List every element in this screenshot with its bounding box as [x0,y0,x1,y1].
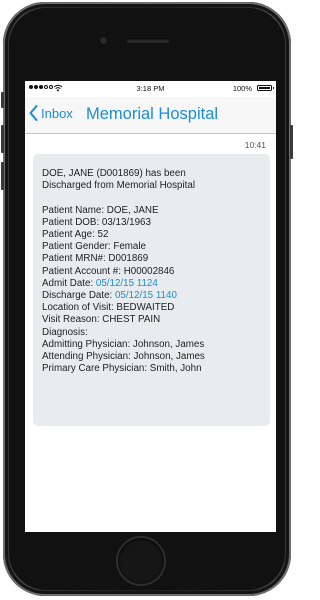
chevron-left-icon [29,105,38,121]
patient-name: Patient Name: DOE, JANE [42,204,159,216]
nav-title: Memorial Hospital [86,105,219,123]
home-button[interactable] [118,538,164,584]
front-camera [100,37,107,44]
message-heading-line2: Discharged from Memorial Hospital [42,180,195,192]
message-heading-line1: DOE, JANE (D001869) has been [42,168,186,179]
navigation-bar: Inbox Memorial Hospital [25,97,276,134]
back-label: Inbox [41,105,73,121]
discharge-date-label: Discharge Date: [42,290,115,302]
admit-date-link[interactable]: 05/12/15 1124 [96,278,158,289]
back-button[interactable]: Inbox [29,105,73,121]
attending-physician: Attending Physician: Johnson, James [42,351,205,363]
patient-account: Patient Account #: H00002846 [42,265,175,277]
phone-screen: 3:18 PM 100% Inbox Memorial Hospital 10:… [25,81,276,532]
patient-dob: Patient DOB: 03/13/1963 [42,216,151,228]
visit-reason: Visit Reason: CHEST PAIN [42,314,161,326]
patient-age: Patient Age: 52 [42,229,109,240]
visit-location: Location of Visit: BEDWAITED [42,302,175,314]
admit-date-label: Admit Date: [42,277,96,289]
battery-percentage: 100% [232,84,252,93]
message-timestamp: 10:41 [244,140,266,150]
diagnosis: Diagnosis: [42,326,88,338]
patient-gender: Patient Gender: Female [42,241,147,253]
power-button [290,125,293,159]
admitting-physician: Admitting Physician: Johnson, James [42,338,205,350]
status-bar: 3:18 PM 100% [25,81,276,97]
patient-mrn: Patient MRN#: D001869 [42,253,149,265]
earpiece-speaker [126,38,170,43]
battery-icon [257,85,274,91]
discharge-date-link[interactable]: 05/12/15 1140 [115,290,177,301]
message-bubble: DOE, JANE (D001869) has been Discharged … [33,154,270,426]
volume-up-button [1,125,4,153]
admit-date: Admit Date: 05/12/15 1124 [42,278,270,290]
discharge-date: Discharge Date: 05/12/15 1140 [42,290,270,302]
volume-down-button [1,162,4,190]
mute-switch [1,92,4,108]
primary-care-physician: Primary Care Physician: Smith, John [42,363,202,375]
